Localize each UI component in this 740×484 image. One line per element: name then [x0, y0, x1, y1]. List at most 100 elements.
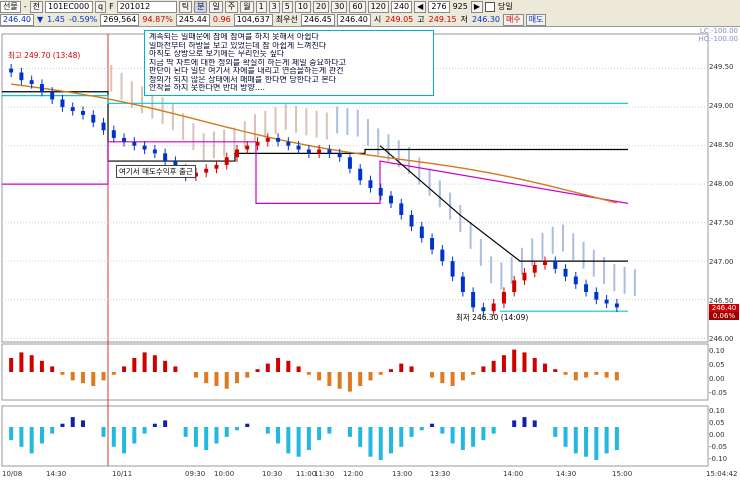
osc1-bar: [224, 372, 229, 389]
osc2-bar: [440, 427, 445, 434]
today-checkbox[interactable]: [485, 1, 496, 12]
osc1-bar: [368, 372, 373, 381]
osc1-bar: [111, 372, 116, 375]
count-input[interactable]: 240: [390, 0, 413, 13]
candle-body: [512, 280, 517, 292]
price-tick: 249.50: [709, 63, 734, 71]
candle-body: [306, 149, 311, 154]
candle-body: [255, 141, 260, 146]
candle-body: [101, 122, 106, 131]
nav-next-button[interactable]: ▶: [470, 0, 484, 13]
sell-button[interactable]: 매도: [525, 13, 547, 26]
interval-60-button[interactable]: 60: [349, 0, 366, 13]
time-tick: 14:30: [556, 470, 577, 478]
down-arrow-icon: ▼: [37, 15, 44, 24]
osc1-bar: [563, 372, 568, 375]
week-button[interactable]: 주: [224, 0, 239, 13]
candle-body: [563, 268, 568, 277]
interval-5-button[interactable]: 5: [281, 0, 293, 13]
osc2-bar: [60, 423, 65, 427]
interval-3-button[interactable]: 3: [268, 0, 280, 13]
candle-body: [91, 114, 96, 123]
open-interest: 245.44: [175, 13, 210, 26]
osc1-bar: [573, 372, 578, 381]
time-tick: 14:00: [503, 470, 524, 478]
osc1-bar: [604, 372, 609, 378]
day-button[interactable]: 일: [209, 0, 223, 13]
osc1-bar: [245, 372, 250, 378]
osc1-bar: [255, 369, 260, 372]
osc1-bar: [122, 366, 127, 372]
osc2-bar: [368, 427, 373, 457]
month-field[interactable]: 201012: [116, 0, 177, 13]
osc1-bar: [50, 366, 55, 372]
buy-button[interactable]: 매수: [503, 13, 524, 26]
memo-box: 계속되는 일때문에 참에 참여를 하지 못해서 아쉽다 일마전부터 하방을 보고…: [144, 30, 434, 96]
code-input[interactable]: 101EC000: [45, 0, 93, 13]
prev-code-button[interactable]: 전: [29, 0, 43, 13]
candle-body: [60, 99, 65, 108]
osc2-bar: [142, 427, 147, 434]
time-tick: 15:00: [612, 470, 633, 478]
osc2-bar: [286, 427, 291, 454]
interval-10-button[interactable]: 10: [294, 0, 312, 13]
interval-20-button[interactable]: 20: [313, 0, 330, 13]
osc1-bar: [173, 366, 178, 372]
candle-body: [224, 157, 229, 165]
osc2-bar: [70, 417, 75, 427]
candle-body: [543, 261, 547, 265]
osc1-tick: 0.10: [709, 347, 725, 355]
candle-body: [50, 91, 55, 100]
candle-body: [553, 261, 558, 269]
candle-body: [481, 307, 486, 312]
osc2-bar: [327, 427, 332, 434]
osc2-bar: [409, 427, 414, 437]
time-tick: 10:30: [262, 470, 283, 478]
candle-body: [491, 303, 496, 312]
month-button[interactable]: 월: [240, 0, 254, 13]
osc2-bar: [481, 427, 486, 441]
osc2-bar: [101, 427, 106, 437]
candle-body: [122, 137, 127, 142]
osc1-bar: [347, 372, 352, 392]
search-icon[interactable]: q: [95, 0, 107, 13]
osc1-bar: [584, 372, 589, 378]
interval-1-button[interactable]: 1: [255, 0, 267, 13]
osc2-bar: [39, 427, 44, 444]
osc2-bar: [491, 427, 496, 434]
osc2-bar: [614, 427, 619, 451]
market-select[interactable]: 선물: [0, 0, 21, 13]
osc2-bar: [512, 420, 517, 427]
candle-body: [450, 261, 455, 277]
osc2-bar: [347, 427, 352, 437]
osc1-bar: [337, 372, 342, 389]
minute-button[interactable]: 분: [194, 0, 208, 13]
price-tick: 247.00: [709, 258, 734, 266]
price-tick: 249.00: [709, 102, 734, 110]
interval-30-button[interactable]: 30: [331, 0, 348, 13]
osc2-tick: 0.05: [709, 419, 725, 427]
osc1-bar: [235, 372, 239, 384]
tick-button[interactable]: 틱: [178, 0, 193, 13]
page-input[interactable]: 276: [428, 0, 450, 13]
osc1-bar: [306, 372, 311, 375]
time-tick: 14:30: [46, 470, 67, 478]
osc1-bar: [142, 352, 147, 372]
osc1-bar: [409, 366, 414, 372]
osc2-bar: [389, 427, 393, 454]
osc1-bar: [101, 372, 106, 381]
candle-body: [235, 149, 239, 158]
osc1-bar: [399, 363, 404, 372]
price-tick: 246.00: [709, 335, 734, 343]
nav-prev-button[interactable]: ◀: [414, 0, 427, 13]
osc2-bar: [183, 427, 188, 437]
volume-ratio: 94.87%: [142, 15, 173, 24]
osc1-bar: [19, 352, 24, 372]
osc2-bar: [276, 427, 281, 444]
interval-120-button[interactable]: 120: [367, 0, 389, 13]
candle-body: [39, 84, 44, 92]
osc2-bar: [296, 427, 301, 457]
basis: 0.96: [212, 15, 231, 24]
osc1-tick: 0.05: [709, 361, 725, 369]
memo-line: 판단이 된다 일단 여기서 자에를 내리고 연습을하는게 관건: [149, 67, 344, 75]
